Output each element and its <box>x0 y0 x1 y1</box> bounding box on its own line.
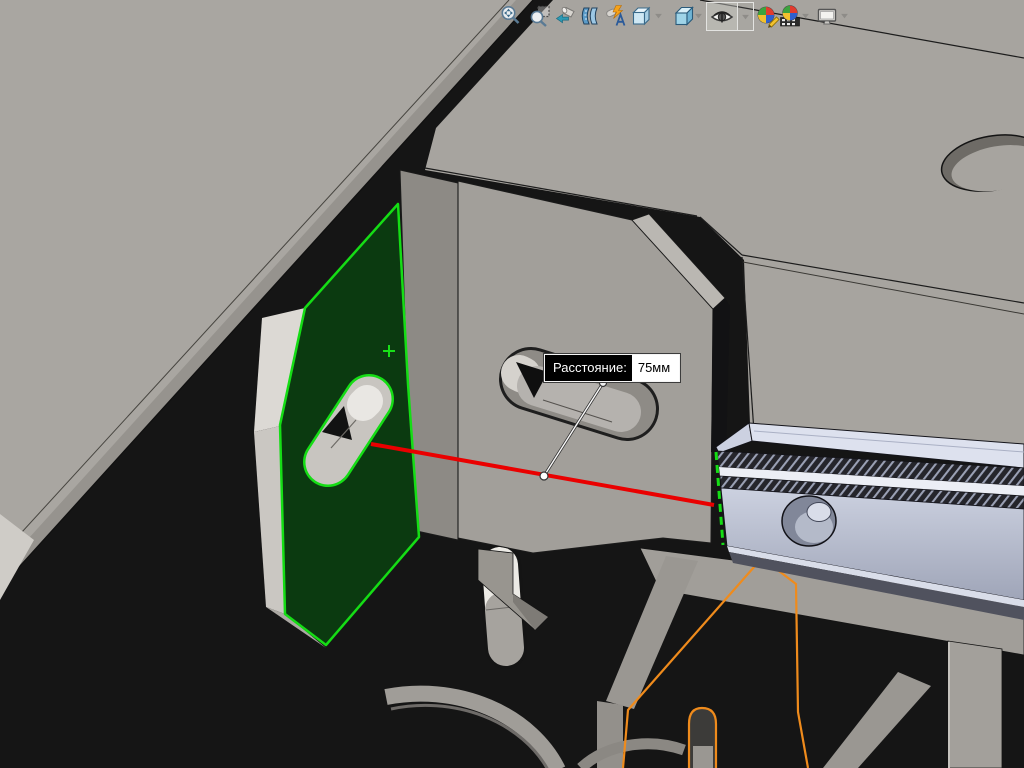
hide-show-items-group <box>706 2 754 31</box>
apply-scene-dropdown[interactable] <box>799 2 812 29</box>
vertical-column[interactable] <box>947 640 1003 768</box>
annotation-views-icon <box>606 4 626 26</box>
zoom-fit-icon <box>501 5 520 24</box>
rail-hole[interactable] <box>781 495 837 547</box>
zoom-to-area-button[interactable] <box>527 2 553 29</box>
section-view-button[interactable] <box>577 2 603 29</box>
view-orientation-dropdown[interactable] <box>652 2 665 29</box>
solidworks-graphics-area: Расстояние: 75мм <box>0 0 1024 768</box>
measurement-value: 75мм <box>631 355 680 381</box>
view-orientation-icon <box>632 6 651 25</box>
measurement-label: Расстояние: <box>553 360 627 375</box>
hide-show-items-button[interactable] <box>707 3 738 30</box>
slot-bar-lower <box>693 746 713 768</box>
view-orientation-button[interactable] <box>628 2 654 29</box>
display-style-dropdown[interactable] <box>692 2 705 29</box>
view-settings-icon <box>817 8 837 24</box>
chevron-down-icon <box>695 13 702 19</box>
view-settings-button[interactable] <box>814 2 840 29</box>
section-view-icon <box>581 7 598 24</box>
measurement-callout[interactable]: Расстояние: 75мм <box>542 353 682 383</box>
zoom-to-fit-button[interactable] <box>498 2 524 29</box>
chevron-down-icon <box>802 13 809 19</box>
chevron-down-icon <box>742 14 749 20</box>
previous-view-icon <box>555 6 575 23</box>
chevron-down-icon <box>655 13 662 19</box>
previous-view-button[interactable] <box>553 2 579 29</box>
viewport-3d[interactable] <box>0 0 1024 768</box>
view-settings-dropdown[interactable] <box>838 2 851 29</box>
hide-show-items-dropdown[interactable] <box>738 3 753 30</box>
chevron-down-icon <box>841 13 848 19</box>
annotation-views-button[interactable] <box>603 2 629 29</box>
zoom-area-icon <box>530 5 550 27</box>
eye-icon <box>710 10 734 22</box>
